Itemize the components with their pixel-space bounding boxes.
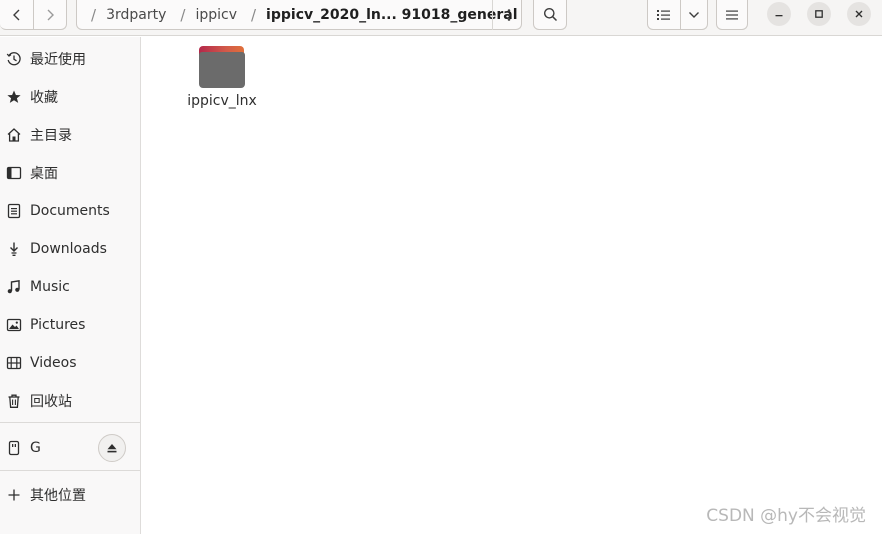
sidebar-item-label: 回收站 bbox=[30, 394, 72, 410]
file-view[interactable]: ippicv_lnx bbox=[141, 37, 882, 534]
picture-icon bbox=[6, 317, 22, 333]
sidebar-item-documents[interactable]: Documents bbox=[0, 193, 140, 229]
music-icon bbox=[6, 279, 22, 295]
search-icon bbox=[543, 8, 557, 22]
header-bar: / 3rdparty / ippicv / ippicv_2020_ln... … bbox=[0, 0, 882, 36]
breadcrumb-separator: / bbox=[250, 5, 257, 24]
close-icon bbox=[855, 10, 863, 18]
sidebar-item-trash[interactable]: 回收站 bbox=[0, 383, 140, 419]
trash-icon bbox=[6, 393, 22, 409]
eject-button[interactable] bbox=[98, 434, 126, 462]
sidebar-item-label: Pictures bbox=[30, 317, 86, 333]
sidebar-item-recent[interactable]: 最近使用 bbox=[0, 41, 140, 77]
file-item-folder[interactable]: ippicv_lnx bbox=[185, 43, 259, 113]
eject-icon bbox=[107, 444, 117, 453]
usb-drive-icon bbox=[6, 440, 22, 456]
main-menu-button[interactable] bbox=[716, 0, 748, 30]
plus-icon bbox=[6, 487, 22, 503]
file-name: ippicv_lnx bbox=[187, 93, 257, 109]
forward-button[interactable] bbox=[33, 0, 67, 30]
maximize-button[interactable] bbox=[807, 2, 831, 26]
video-icon bbox=[6, 355, 22, 371]
sidebar-item-videos[interactable]: Videos bbox=[0, 345, 140, 381]
sidebar-item-starred[interactable]: 收藏 bbox=[0, 79, 140, 115]
close-button[interactable] bbox=[847, 2, 871, 26]
path-menu-button[interactable] bbox=[492, 0, 524, 30]
breadcrumb-separator: / bbox=[91, 5, 97, 24]
sidebar-item-label: G bbox=[30, 440, 41, 456]
sidebar-item-downloads[interactable]: Downloads bbox=[0, 231, 140, 267]
home-icon bbox=[6, 127, 22, 143]
download-icon bbox=[6, 241, 22, 257]
breadcrumb-item-ippicv[interactable]: ippicv bbox=[195, 7, 237, 23]
sidebar-item-label: 收藏 bbox=[30, 90, 58, 106]
search-button[interactable] bbox=[533, 0, 567, 30]
list-view-button[interactable] bbox=[647, 0, 681, 30]
breadcrumb-separator: / bbox=[180, 5, 186, 24]
watermark-text: CSDN @hy不会视觉 bbox=[706, 506, 866, 526]
sidebar-item-music[interactable]: Music bbox=[0, 269, 140, 305]
chevron-left-icon bbox=[12, 9, 19, 20]
clock-icon bbox=[6, 51, 22, 67]
chevron-right-icon bbox=[47, 9, 54, 20]
vertical-dots-icon bbox=[507, 9, 510, 21]
path-bar: / 3rdparty / ippicv / ippicv_2020_ln... … bbox=[76, 0, 522, 30]
back-button[interactable] bbox=[0, 0, 34, 30]
star-icon bbox=[6, 89, 22, 105]
sidebar-item-label: Videos bbox=[30, 355, 77, 371]
document-icon bbox=[6, 203, 22, 219]
sidebar-divider bbox=[0, 470, 140, 471]
sidebar-item-label: Music bbox=[30, 279, 70, 295]
sidebar: 最近使用 收藏 主目录 桌面 Documents Downloads Music… bbox=[0, 37, 141, 534]
sidebar-item-desktop[interactable]: 桌面 bbox=[0, 155, 140, 191]
folder-icon bbox=[198, 45, 246, 89]
maximize-icon bbox=[815, 10, 823, 18]
desktop-icon bbox=[6, 165, 22, 181]
sidebar-item-pictures[interactable]: Pictures bbox=[0, 307, 140, 343]
sidebar-item-other-locations[interactable]: 其他位置 bbox=[0, 477, 140, 513]
sidebar-item-home[interactable]: 主目录 bbox=[0, 117, 140, 153]
minimize-icon bbox=[775, 15, 783, 17]
minimize-button[interactable] bbox=[767, 2, 791, 26]
sidebar-item-label: 最近使用 bbox=[30, 52, 86, 68]
sidebar-divider bbox=[0, 422, 140, 423]
chevron-down-icon bbox=[689, 11, 699, 18]
sidebar-item-label: 其他位置 bbox=[30, 488, 86, 504]
breadcrumb-item-3rdparty[interactable]: 3rdparty bbox=[106, 7, 166, 23]
sidebar-item-label: 主目录 bbox=[30, 128, 72, 144]
sidebar-item-label: Downloads bbox=[30, 241, 107, 257]
list-view-icon bbox=[657, 9, 670, 20]
sidebar-item-label: Documents bbox=[30, 203, 110, 219]
sidebar-item-label: 桌面 bbox=[30, 166, 58, 182]
hamburger-icon bbox=[726, 10, 738, 19]
view-options-dropdown[interactable] bbox=[680, 0, 708, 30]
breadcrumb-item-current[interactable]: ippicv_2020_ln... 91018_general bbox=[266, 7, 517, 23]
